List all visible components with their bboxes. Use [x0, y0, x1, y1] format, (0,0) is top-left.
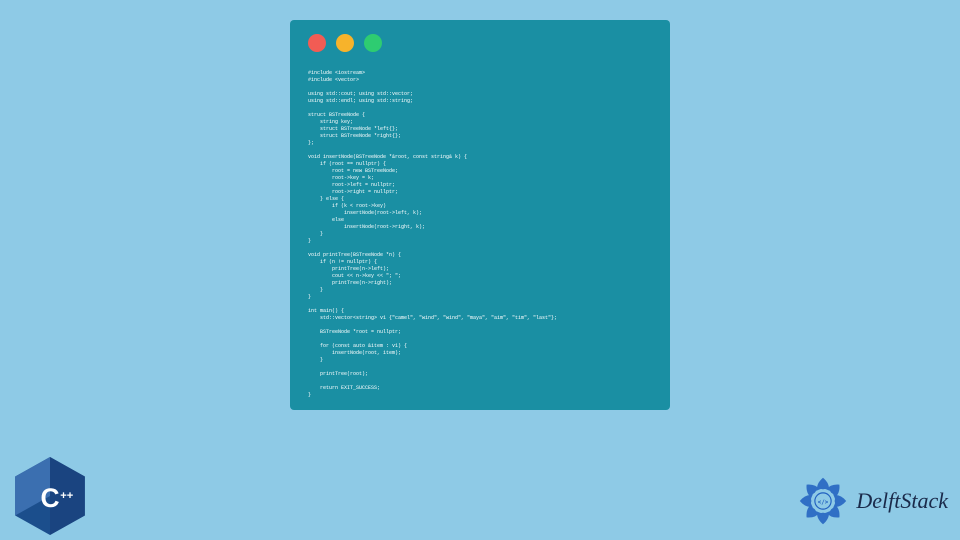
delftstack-emblem-icon: </>: [794, 472, 852, 530]
svg-text:++: ++: [60, 490, 73, 502]
delftstack-logo: </> DelftStack: [794, 472, 948, 530]
code-window: #include <iostream> #include <vector> us…: [290, 20, 670, 410]
svg-text:C: C: [40, 483, 59, 513]
close-icon: [308, 34, 326, 52]
cpp-logo-icon: C ++: [15, 457, 85, 535]
code-content: #include <iostream> #include <vector> us…: [308, 70, 652, 399]
maximize-icon: [364, 34, 382, 52]
minimize-icon: [336, 34, 354, 52]
window-controls: [308, 34, 652, 52]
delftstack-text: DelftStack: [856, 488, 948, 514]
svg-text:</>: </>: [818, 500, 829, 506]
